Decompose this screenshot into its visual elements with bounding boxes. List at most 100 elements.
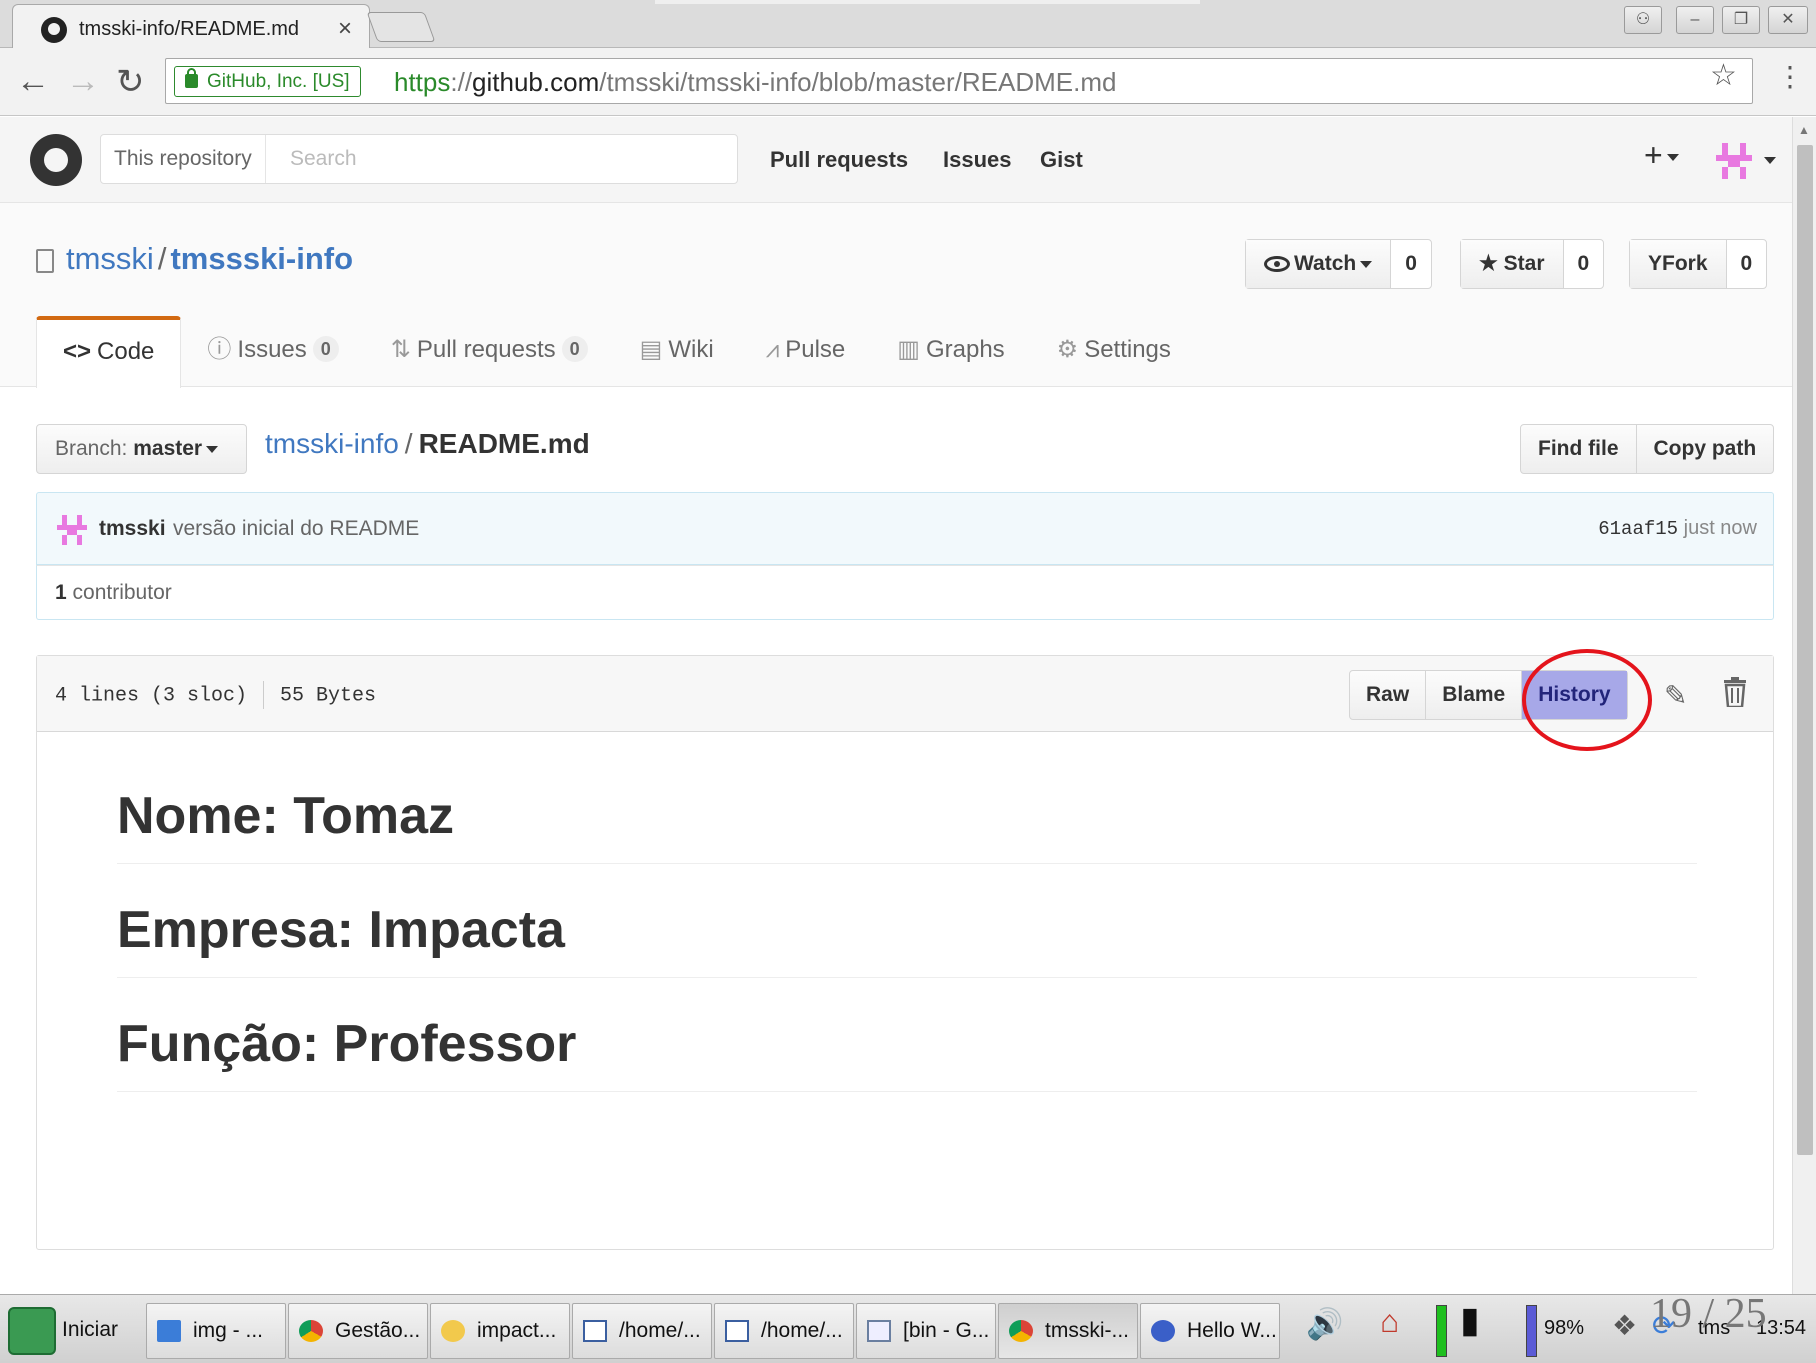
browser-tab-active[interactable]: tmsski-info/README.md × [12,4,370,49]
star-count[interactable]: 0 [1564,240,1604,288]
watch-count[interactable]: 0 [1391,240,1431,288]
taskbar-item[interactable]: img - ... [146,1303,286,1359]
profile-icon[interactable]: ⚇ [1624,6,1662,34]
tab-title: tmsski-info/README.md [79,18,300,40]
tab-wiki[interactable]: ▤ Wiki [614,316,740,388]
taskbar-item[interactable]: Hello W... [1140,1303,1280,1359]
scroll-thumb[interactable] [1797,145,1813,1155]
forward-arrow-icon[interactable]: → [66,62,100,101]
header-nav-gist[interactable]: Gist [1040,147,1083,173]
header-nav-issues[interactable]: Issues [943,147,1012,173]
markdown-heading: Nome: Tomaz [117,784,1697,864]
battery-level-bar [1526,1305,1537,1357]
blame-button[interactable]: Blame [1425,671,1521,719]
fork-button-group: YFork 0 [1629,239,1768,289]
chrome-icon [1009,1320,1033,1342]
github-logo-icon[interactable] [30,134,82,186]
app-icon [441,1320,465,1342]
repo-name-link[interactable]: tmssski-info [170,241,353,276]
page-scrollbar[interactable]: ▲ [1792,117,1816,1294]
watch-button[interactable]: Watch [1246,240,1392,288]
chrome-icon [299,1320,323,1342]
network-icon[interactable]: ⌂ [1380,1303,1399,1340]
minimize-icon[interactable]: – [1676,6,1714,34]
folder-icon [867,1320,891,1342]
folder-icon [157,1320,181,1342]
create-new-button[interactable]: + [1644,137,1679,174]
breadcrumb-file: README.md [418,428,590,459]
reload-icon[interactable]: ↻ [116,62,145,102]
fork-count[interactable]: 0 [1727,240,1767,288]
tab-graphs[interactable]: ▥ Graphs [871,316,1030,388]
ev-label: GitHub, Inc. [US] [207,71,350,92]
commit-message[interactable]: versão inicial do README [173,517,419,541]
maximize-icon[interactable]: ❐ [1722,6,1760,34]
file-box: 4 lines (3 sloc) 55 Bytes Raw Blame Histo… [36,655,1774,1250]
branch-select-button[interactable]: Branch: master [36,424,247,474]
chevron-down-icon [1666,154,1679,162]
gear-icon: ⚙ [1056,336,1079,363]
taskbar-item[interactable]: /home/... [714,1303,854,1359]
window-icon [725,1320,749,1342]
file-nav-buttons: Find file Copy path [1520,424,1775,474]
copy-path-button[interactable]: Copy path [1635,425,1774,473]
tab-pulse[interactable]: ⩘ Pulse [740,316,872,388]
repo-nav: <> Code ⓘ Issues 0 ⇅ Pull requests 0 ▤ Wiki ⩘ P… [36,316,1197,388]
battery-icon[interactable]: ▮ [1460,1299,1480,1341]
tab-issues[interactable]: ⓘ Issues 0 [181,316,364,388]
browser-menu-icon[interactable]: ⋮ [1776,60,1804,93]
ev-certificate-badge[interactable]: GitHub, Inc. [US] [174,66,361,97]
user-avatar[interactable] [1716,143,1752,179]
commit-author-avatar[interactable] [57,515,87,545]
contributors-summary[interactable]: 1 contributor [36,565,1774,620]
taskbar-item[interactable]: Gestão... [288,1303,428,1359]
repo-owner-link[interactable]: tmsski [66,241,154,276]
trash-icon[interactable] [1722,677,1748,709]
file-info: 4 lines (3 sloc) 55 Bytes [55,681,376,709]
taskbar-item[interactable]: /home/... [572,1303,712,1359]
plus-icon: + [1644,137,1663,173]
globe-icon [1151,1320,1175,1342]
tabstrip-highlight [655,0,1200,4]
start-button[interactable]: Iniciar [4,1303,118,1357]
find-file-button[interactable]: Find file [1521,425,1636,473]
taskbar-item[interactable]: [bin - G... [856,1303,996,1359]
close-window-icon[interactable]: ✕ [1768,6,1808,34]
tab-code[interactable]: <> Code [36,316,182,388]
github-header: This repository Search Pull requests Iss… [0,117,1792,203]
address-bar[interactable]: GitHub, Inc. [US] https://github.com/tms… [165,58,1753,104]
tab-settings[interactable]: ⚙ Settings [1031,316,1197,388]
commit-sha[interactable]: 61aaf15 [1598,518,1678,540]
scroll-up-arrow-icon[interactable]: ▲ [1798,123,1810,137]
taskbar-item[interactable]: impact... [430,1303,570,1359]
url-text: https://github.com/tmsski/tmsski-info/bl… [394,67,1117,97]
pulse-icon: ⩘ [765,336,780,363]
back-arrow-icon[interactable]: ← [16,62,50,101]
tab-close-icon[interactable]: × [338,15,352,43]
avatar-chevron-down-icon[interactable] [1764,157,1776,164]
star-button[interactable]: ★ Star [1461,240,1564,288]
taskbar-item-active[interactable]: tmsski-... [998,1303,1138,1359]
new-tab-button[interactable] [366,12,436,42]
breadcrumb-repo-link[interactable]: tmsski-info [265,428,399,459]
fork-button[interactable]: YFork [1630,240,1727,288]
volume-icon[interactable]: 🔊 [1306,1307,1343,1342]
browser-tabstrip: tmsski-info/README.md × ⚇ – ❐ ✕ [0,0,1816,49]
os-taskbar: Iniciar img - ... Gestão... impact... /h… [0,1294,1816,1363]
search-input[interactable]: This repository Search [100,134,738,184]
raw-button[interactable]: Raw [1350,671,1425,719]
code-icon: <> [63,338,92,365]
repo-icon [36,249,54,273]
header-nav-pull-requests[interactable]: Pull requests [770,147,908,173]
dropbox-icon[interactable]: ❖ [1612,1309,1637,1342]
bookmark-star-icon[interactable]: ☆ [1710,58,1737,93]
commit-meta: 61aaf15 just now [1598,517,1757,540]
fork-icon: Y [1648,252,1663,275]
commit-author[interactable]: tmsski [99,517,166,541]
slide-page-counter: 19 / 25 [1650,1291,1767,1337]
watch-button-group: Watch 0 [1245,239,1432,289]
pencil-icon[interactable]: ✎ [1664,679,1687,712]
star-button-group: ★ Star 0 [1460,239,1605,289]
pull-request-icon: ⇅ [390,336,411,363]
tab-pull-requests[interactable]: ⇅ Pull requests 0 [365,316,614,388]
